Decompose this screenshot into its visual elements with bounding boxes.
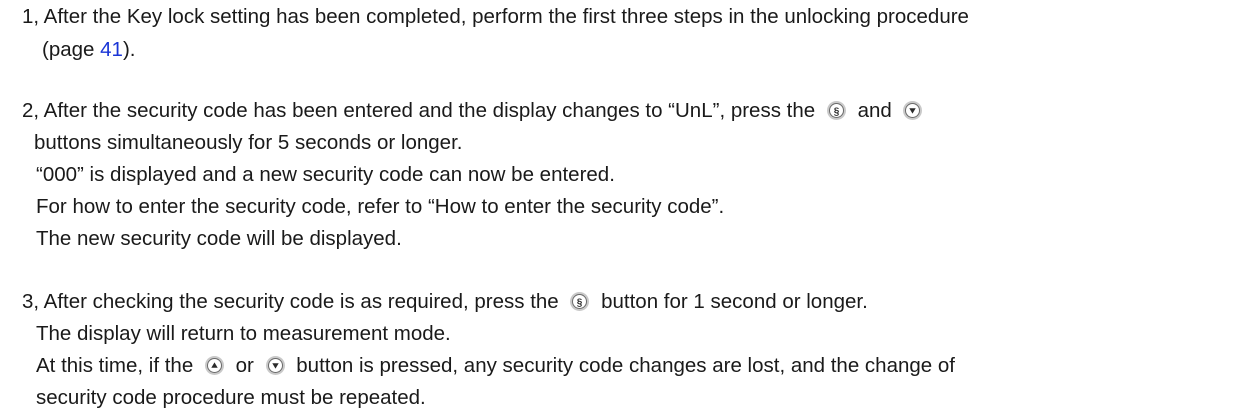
step2-line1: 2, After the security code has been ente… xyxy=(22,98,928,124)
step3-text-d: or xyxy=(235,354,254,377)
s-button-icon: § xyxy=(570,292,590,311)
down-arrow-button-icon xyxy=(265,356,285,375)
step3-line2: The display will return to measurement m… xyxy=(36,322,451,345)
svg-text:§: § xyxy=(834,106,840,117)
step2-line5: The new security code will be displayed. xyxy=(36,227,402,250)
step2-line4: For how to enter the security code, refe… xyxy=(36,195,725,218)
step1-page-suffix: ). xyxy=(122,38,136,61)
step1-line1: 1, After the Key lock setting has been c… xyxy=(22,5,969,28)
s-button-icon: § xyxy=(826,101,846,120)
manual-page: 1, After the Key lock setting has been c… xyxy=(0,0,1248,418)
step2-text-b: and xyxy=(857,99,892,122)
step3-text-b: button for 1 second or longer. xyxy=(601,290,868,313)
page-41-link[interactable]: 41 xyxy=(100,38,123,61)
up-arrow-button-icon xyxy=(204,356,224,375)
step2-line3: “000” is displayed and a new security co… xyxy=(36,163,615,186)
step3-line1: 3, After checking the security code is a… xyxy=(22,289,868,315)
step3-text-e: button is pressed, any security code cha… xyxy=(296,354,955,377)
step3-text-a: 3, After checking the security code is a… xyxy=(22,290,559,313)
step3-line4: security code procedure must be repeated… xyxy=(36,386,426,409)
step2-text-a: 2, After the security code has been ente… xyxy=(22,99,816,122)
step1-line2: (page 41). xyxy=(42,37,135,63)
svg-text:§: § xyxy=(577,297,583,308)
step2-line2: buttons simultaneously for 5 seconds or … xyxy=(34,131,463,154)
step3-line3: At this time, if the or button is presse… xyxy=(36,353,955,379)
step1-page-prefix: (page xyxy=(42,38,101,61)
down-arrow-button-icon xyxy=(903,101,923,120)
step3-text-c: At this time, if the xyxy=(36,354,194,377)
